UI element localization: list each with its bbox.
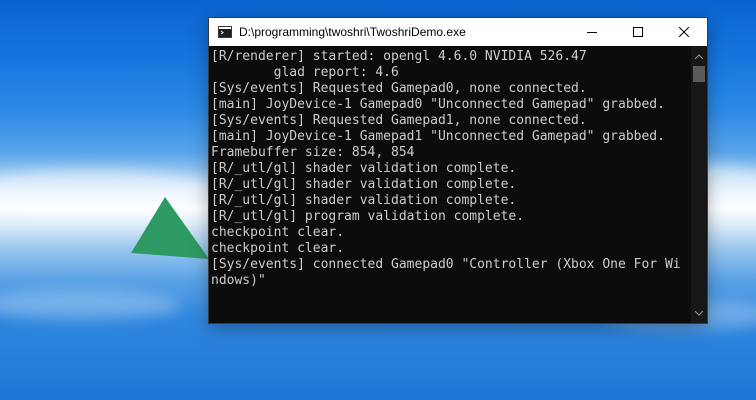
console-line: checkpoint clear. (211, 241, 345, 256)
window-title: D:\programming\twoshri\TwoshriDemo.exe (239, 25, 466, 39)
console-line: [main] JoyDevice-1 Gamepad0 "Unconnected… (211, 97, 665, 112)
console-line: [R/_utl/gl] shader validation complete. (211, 193, 517, 208)
console-line: [R/renderer] started: opengl 4.6.0 NVIDI… (211, 49, 587, 64)
scroll-up-icon (695, 53, 703, 59)
maximize-icon (633, 27, 643, 37)
title-bar[interactable]: D:\programming\twoshri\TwoshriDemo.exe (209, 18, 707, 46)
scroll-up-button[interactable] (691, 48, 707, 64)
console-line: [Sys/events] Requested Gamepad1, none co… (211, 113, 587, 128)
console-line: [R/_utl/gl] program validation complete. (211, 209, 525, 224)
console-line: [Sys/events] connected Gamepad0 "Control… (211, 257, 681, 272)
vertical-scrollbar[interactable] (691, 46, 707, 323)
close-icon (679, 27, 689, 37)
scroll-down-icon (695, 310, 703, 316)
console-text: [R/renderer] started: opengl 4.6.0 NVIDI… (209, 46, 691, 289)
console-line: [Sys/events] Requested Gamepad0, none co… (211, 81, 587, 96)
minimize-icon (587, 32, 597, 33)
console-line: [R/_utl/gl] shader validation complete. (211, 177, 517, 192)
console-output[interactable]: [R/renderer] started: opengl 4.6.0 NVIDI… (209, 46, 691, 323)
close-button[interactable] (661, 18, 707, 46)
console-line: checkpoint clear. (211, 225, 345, 240)
scroll-thumb[interactable] (693, 66, 705, 82)
console-line: Framebuffer size: 854, 854 (211, 145, 415, 160)
console-line: [R/_utl/gl] shader validation complete. (211, 161, 517, 176)
scroll-down-button[interactable] (691, 305, 707, 321)
maximize-button[interactable] (615, 18, 661, 46)
console-app-icon (218, 26, 232, 38)
console-window[interactable]: D:\programming\twoshri\TwoshriDemo.exe [… (209, 18, 707, 323)
minimize-button[interactable] (569, 18, 615, 46)
console-line: glad report: 4.6 (211, 65, 399, 80)
console-line: [main] JoyDevice-1 Gamepad1 "Unconnected… (211, 129, 665, 144)
console-line: ndows)" (211, 273, 266, 288)
